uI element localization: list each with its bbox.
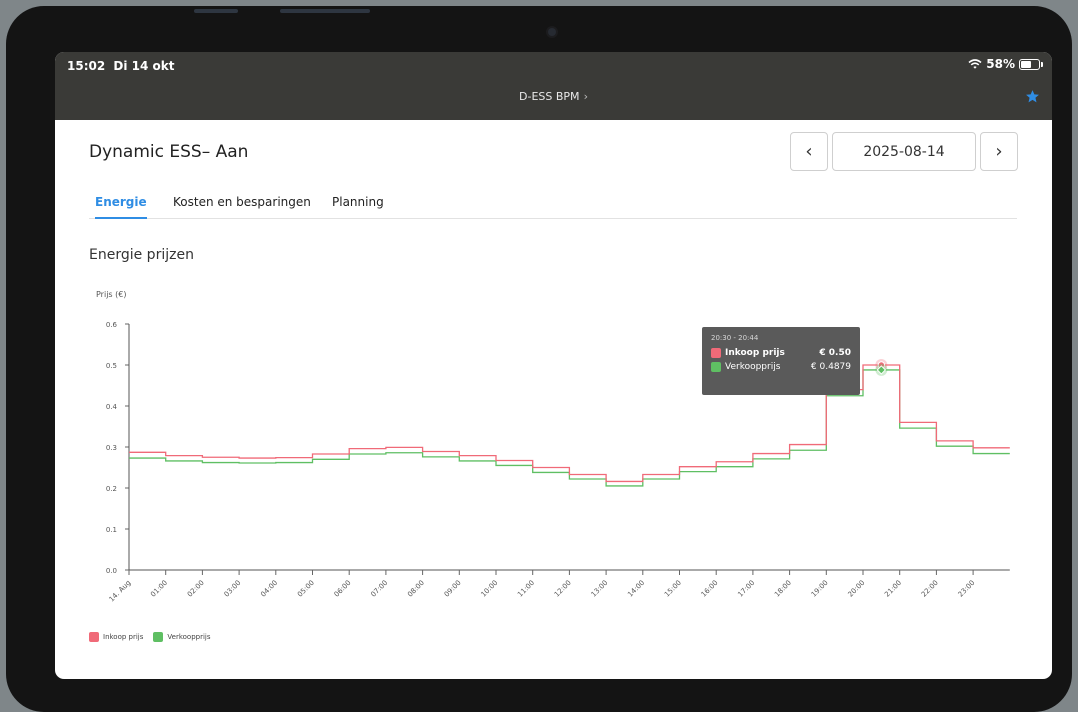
x-tick-label: 16:00 [700,579,720,599]
tooltip-series-name: Inkoop prijs [725,348,785,358]
y-tick-label: 0.1 [106,526,117,534]
legend-swatch-inkoop [89,632,99,642]
x-tick-label: 21:00 [883,579,903,599]
x-tick-label: 02:00 [186,579,206,599]
legend-label: Verkoopprijs [167,633,211,641]
hardware-button-power [280,9,370,13]
x-tick-label: 23:00 [957,579,977,599]
tooltip-series-name: Verkoopprijs [725,362,781,372]
tooltip-series-value: € 0.4879 [810,362,851,372]
tooltip-swatch-verkoop [711,362,721,372]
x-tick-label: 09:00 [443,579,463,599]
y-tick-label: 0.6 [106,321,118,329]
chart-legend: Inkoop prijs Verkoopprijs [89,632,221,642]
tooltip-time: 20:30 - 20:44 [711,334,759,342]
x-tick-label: 04:00 [259,579,279,599]
x-tick-label: 03:00 [223,579,243,599]
x-tick-label: 01:00 [149,579,169,599]
tooltip-series-value: € 0.50 [819,348,851,358]
x-tick-label: 14:00 [626,579,646,599]
front-camera-icon [548,28,556,36]
y-tick-label: 0.3 [106,444,117,452]
x-tick-label: 11:00 [516,579,536,599]
tooltip-row-verkoop: Verkoopprijs € 0.4879 [711,362,851,372]
chart-tooltip: 20:30 - 20:44 Inkoop prijs € 0.50 Verkoo… [702,327,860,395]
y-tick-label: 0.5 [106,362,117,370]
x-tick-label: 06:00 [333,579,353,599]
legend-swatch-verkoop [153,632,164,642]
x-tick-label: 14. Aug [108,579,133,604]
x-tick-label: 18:00 [773,579,793,599]
x-tick-label: 12:00 [553,579,573,599]
series-line-inkoop [129,364,1010,483]
x-tick-label: 19:00 [810,579,830,599]
x-tick-label: 08:00 [406,579,426,599]
y-tick-label: 0.0 [106,567,117,575]
tooltip-row-inkoop: Inkoop prijs € 0.50 [711,348,851,358]
x-tick-label: 05:00 [296,579,316,599]
x-tick-label: 10:00 [479,579,499,599]
legend-label: Inkoop prijs [103,633,144,641]
x-tick-label: 15:00 [663,579,683,599]
x-tick-label: 20:00 [846,579,866,599]
x-tick-label: 17:00 [736,579,756,599]
price-chart[interactable]: 0.0 0.1 0.2 0.3 0.4 0.5 0.6 14. Aug 01:00 02:00 03… [55,52,1052,679]
y-tick-label: 0.2 [106,485,117,493]
tooltip-swatch-inkoop [711,348,721,358]
x-tick-label: 22:00 [920,579,940,599]
hardware-button-volume [194,9,238,13]
legend-item-inkoop[interactable]: Inkoop prijs [89,632,143,642]
y-tick-label: 0.4 [106,403,118,411]
tablet-frame: 15:02 Di 14 okt 58% D-ESS BPM › Dynamic … [6,6,1072,712]
x-tick-label: 07:00 [369,579,389,599]
legend-item-verkoop[interactable]: Verkoopprijs [153,632,211,642]
x-tick-label: 13:00 [590,579,610,599]
app-screen: 15:02 Di 14 okt 58% D-ESS BPM › Dynamic … [55,52,1052,679]
